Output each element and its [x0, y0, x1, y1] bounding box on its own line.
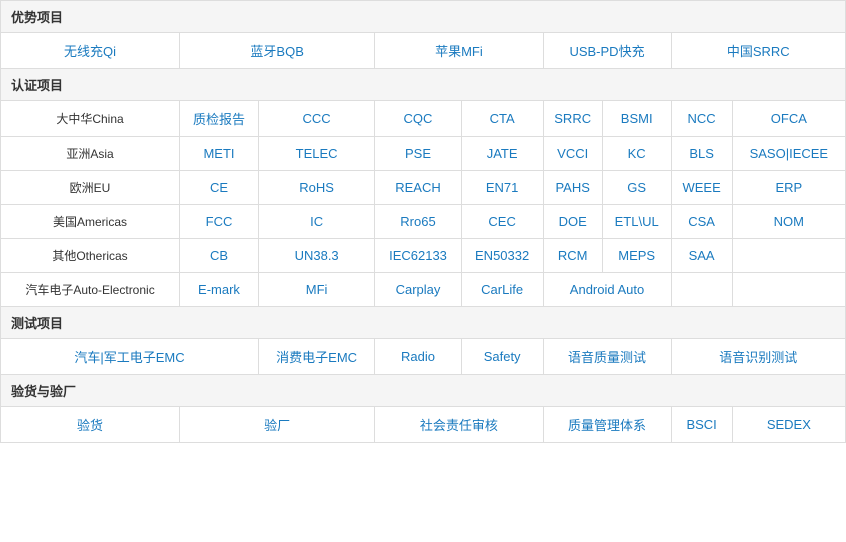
row-label-other: 其他Othericas: [1, 239, 180, 273]
cert-eu-8[interactable]: ERP: [732, 171, 845, 205]
main-table: 优势项目 无线充Qi 蓝牙BQB 苹果MFi USB-PD快充 中国SRRC 认…: [0, 0, 846, 443]
cert-auto-empty2: [732, 273, 845, 307]
advantage-cell-3[interactable]: 苹果MFi: [375, 33, 543, 69]
row-label-americas: 美国Americas: [1, 205, 180, 239]
cert-eu-1[interactable]: CE: [180, 171, 259, 205]
cert-eu-4[interactable]: EN71: [461, 171, 543, 205]
advantage-cell-5[interactable]: 中国SRRC: [671, 33, 845, 69]
cert-eu-5[interactable]: PAHS: [543, 171, 602, 205]
inspect-cell-2[interactable]: 验厂: [180, 407, 375, 443]
testing-section-title: 测试项目: [1, 307, 846, 339]
inspect-cell-3[interactable]: 社会责任审核: [375, 407, 543, 443]
cert-eu-7[interactable]: WEEE: [671, 171, 732, 205]
cert-americas-3[interactable]: Rro65: [375, 205, 461, 239]
cert-americas-1[interactable]: FCC: [180, 205, 259, 239]
cert-asia-3[interactable]: PSE: [375, 137, 461, 171]
cert-other-2[interactable]: UN38.3: [258, 239, 374, 273]
cert-other-5[interactable]: RCM: [543, 239, 602, 273]
inspect-cell-1[interactable]: 验货: [1, 407, 180, 443]
cert-other-1[interactable]: CB: [180, 239, 259, 273]
cert-china-7[interactable]: NCC: [671, 101, 732, 137]
cert-china-2[interactable]: CCC: [258, 101, 374, 137]
test-cell-6[interactable]: 语音识别测试: [671, 339, 845, 375]
cert-americas-6[interactable]: ETL\UL: [602, 205, 671, 239]
advantage-section-title: 优势项目: [1, 1, 846, 33]
cert-other-7[interactable]: SAA: [671, 239, 732, 273]
inspect-cell-5[interactable]: BSCI: [671, 407, 732, 443]
row-label-china: 大中华China: [1, 101, 180, 137]
cert-china-4[interactable]: CTA: [461, 101, 543, 137]
test-cell-2[interactable]: 消费电子EMC: [258, 339, 374, 375]
test-cell-5[interactable]: 语音质量测试: [543, 339, 671, 375]
cert-americas-8[interactable]: NOM: [732, 205, 845, 239]
cert-auto-3[interactable]: Carplay: [375, 273, 461, 307]
test-cell-4[interactable]: Safety: [461, 339, 543, 375]
cert-asia-7[interactable]: BLS: [671, 137, 732, 171]
cert-other-4[interactable]: EN50332: [461, 239, 543, 273]
advantage-cell-4[interactable]: USB-PD快充: [543, 33, 671, 69]
certification-section-title: 认证项目: [1, 69, 846, 101]
advantage-cell-2[interactable]: 蓝牙BQB: [180, 33, 375, 69]
row-label-auto: 汽车电子Auto-Electronic: [1, 273, 180, 307]
cert-china-1[interactable]: 质检报告: [180, 101, 259, 137]
row-label-asia: 亚洲Asia: [1, 137, 180, 171]
cert-auto-empty1: [671, 273, 732, 307]
cert-asia-4[interactable]: JATE: [461, 137, 543, 171]
cert-china-3[interactable]: CQC: [375, 101, 461, 137]
row-label-eu: 欧洲EU: [1, 171, 180, 205]
cert-china-6[interactable]: BSMI: [602, 101, 671, 137]
inspection-section-title: 验货与验厂: [1, 375, 846, 407]
cert-other-6[interactable]: MEPS: [602, 239, 671, 273]
cert-auto-4[interactable]: CarLife: [461, 273, 543, 307]
cert-eu-6[interactable]: GS: [602, 171, 671, 205]
cert-other-3[interactable]: IEC62133: [375, 239, 461, 273]
cert-asia-5[interactable]: VCCI: [543, 137, 602, 171]
cert-asia-8[interactable]: SASO|IECEE: [732, 137, 845, 171]
inspect-cell-6[interactable]: SEDEX: [732, 407, 845, 443]
cert-eu-3[interactable]: REACH: [375, 171, 461, 205]
advantage-cell-1[interactable]: 无线充Qi: [1, 33, 180, 69]
cert-asia-1[interactable]: METI: [180, 137, 259, 171]
cert-americas-7[interactable]: CSA: [671, 205, 732, 239]
cert-asia-2[interactable]: TELEC: [258, 137, 374, 171]
cert-asia-6[interactable]: KC: [602, 137, 671, 171]
inspect-cell-4[interactable]: 质量管理体系: [543, 407, 671, 443]
cert-auto-5[interactable]: Android Auto: [543, 273, 671, 307]
cert-china-8[interactable]: OFCA: [732, 101, 845, 137]
cert-americas-4[interactable]: CEC: [461, 205, 543, 239]
cert-auto-2[interactable]: MFi: [258, 273, 374, 307]
test-cell-1[interactable]: 汽车|军工电子EMC: [1, 339, 259, 375]
cert-americas-2[interactable]: IC: [258, 205, 374, 239]
cert-china-5[interactable]: SRRC: [543, 101, 602, 137]
cert-eu-2[interactable]: RoHS: [258, 171, 374, 205]
test-cell-3[interactable]: Radio: [375, 339, 461, 375]
cert-other-empty: [732, 239, 845, 273]
cert-auto-1[interactable]: E-mark: [180, 273, 259, 307]
cert-americas-5[interactable]: DOE: [543, 205, 602, 239]
